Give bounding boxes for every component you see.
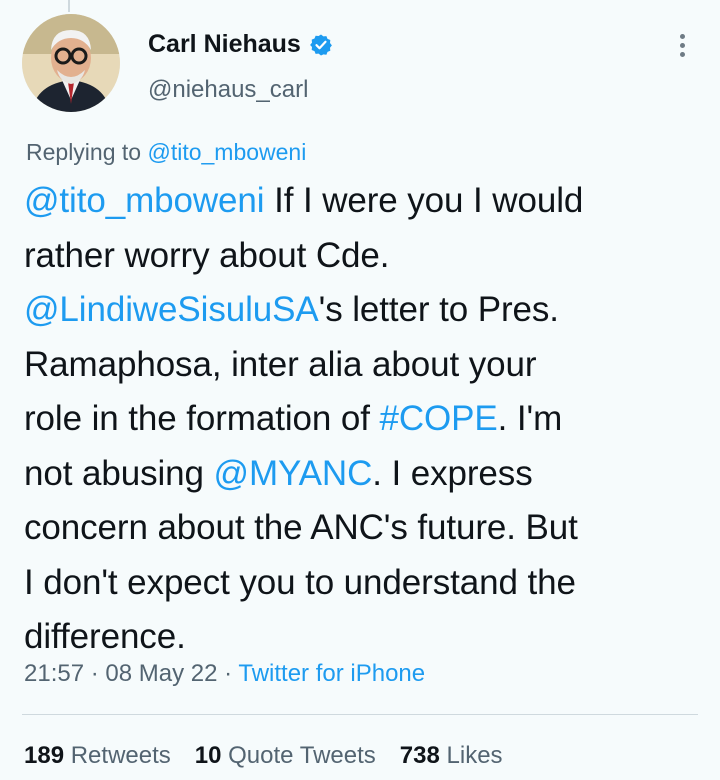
likes-label: Likes [446, 742, 503, 769]
meta-separator: · [84, 660, 106, 687]
tweet-text-segment: . I'm [497, 399, 563, 438]
tweet-text-segment: 's letter to Pres. [318, 290, 559, 329]
tweet-text-segment: role in the formation of [24, 399, 380, 438]
author-handle[interactable]: @niehaus_carl [148, 76, 308, 104]
more-options-icon[interactable] [672, 30, 692, 64]
avatar[interactable] [22, 14, 120, 112]
quote-tweets-label: Quote Tweets [228, 742, 376, 769]
tweet-text-segment: Ramaphosa, inter alia about your [24, 344, 537, 384]
mention-link[interactable]: @tito_mboweni [24, 181, 265, 220]
tweet-meta: 21:57 · 08 May 22 · Twitter for iPhone [24, 660, 425, 688]
quote-tweets-count: 10 [194, 742, 222, 769]
hashtag-link[interactable]: #COPE [379, 399, 497, 438]
replying-to: Replying to @tito_mboweni [26, 139, 306, 166]
author-name[interactable]: Carl Niehaus [148, 30, 301, 59]
retweets-label: Retweets [70, 742, 171, 769]
likes-stat[interactable]: 738 Likes [400, 742, 503, 770]
tweet-text-segment: I don't expect you to understand the [24, 562, 576, 602]
tweet-text-segment: not abusing [24, 453, 214, 493]
replying-mention-link[interactable]: @tito_mboweni [147, 139, 306, 165]
tweet-text-segment: If I were you I would [264, 181, 584, 220]
tweet-text-segment: rather worry about Cde. [24, 235, 390, 275]
avatar-image [22, 14, 120, 112]
tweet-text-segment: . I express [372, 453, 533, 493]
thread-line [68, 0, 70, 12]
quote-tweets-stat[interactable]: 10 Quote Tweets [195, 742, 376, 770]
replying-prefix: Replying to [26, 139, 142, 165]
divider [22, 714, 698, 715]
tweet-time[interactable]: 21:57 [24, 660, 84, 687]
meta-separator: · [217, 660, 239, 687]
tweet-text: @tito_mboweni If I were you I would rathe… [24, 174, 714, 665]
tweet-date[interactable]: 08 May 22 [105, 660, 217, 687]
verified-badge-icon [309, 34, 332, 55]
mention-link[interactable]: @LindiweSisuluSA [24, 290, 319, 329]
tweet-text-segment: difference. [24, 617, 186, 656]
likes-count: 738 [399, 742, 440, 769]
retweets-stat[interactable]: 189 Retweets [24, 742, 171, 770]
retweets-count: 189 [24, 742, 65, 769]
tweet-text-segment: concern about the ANC's future. But [24, 508, 578, 547]
tweet-source-link[interactable]: Twitter for iPhone [238, 660, 425, 687]
tweet-stats: 189 Retweets 10 Quote Tweets 738 Likes [24, 742, 503, 770]
author-row: Carl Niehaus [148, 30, 333, 59]
mention-link[interactable]: @MYANC [214, 454, 373, 493]
